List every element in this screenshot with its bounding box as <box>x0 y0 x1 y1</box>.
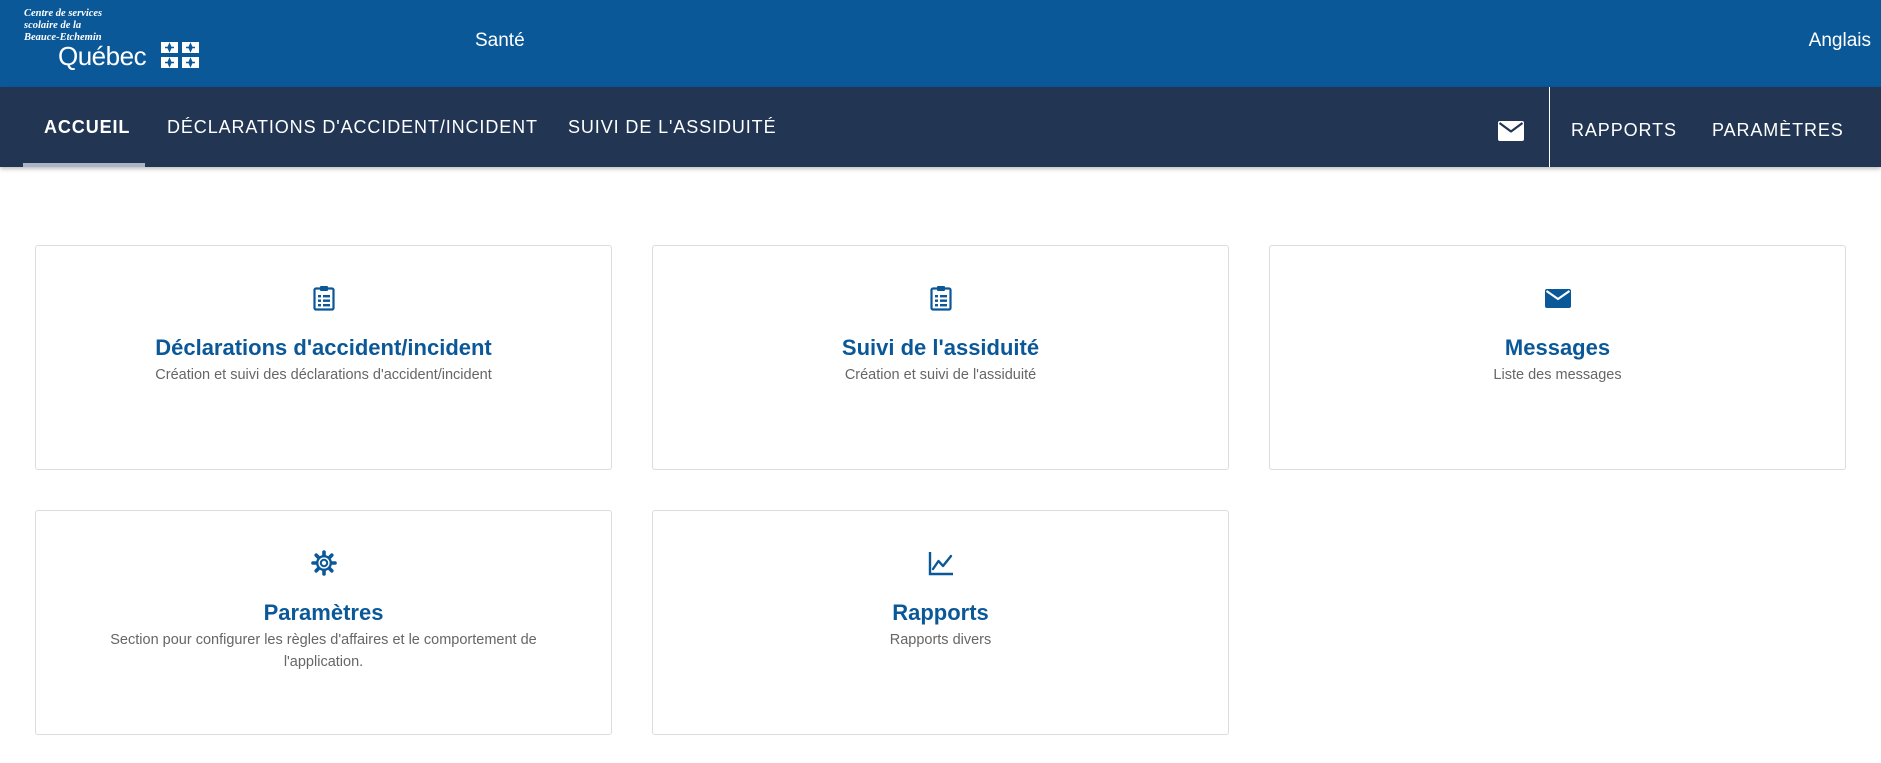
card-description: Section pour configurer les règles d'aff… <box>110 632 537 670</box>
card-declarations[interactable]: Déclarations d'accident/incident Créatio… <box>35 245 612 470</box>
language-switch-link[interactable]: Anglais <box>1809 30 1871 52</box>
gear-icon <box>310 550 337 576</box>
card-title: Déclarations d'accident/incident <box>155 335 492 360</box>
card-description: Rapports divers <box>889 632 992 648</box>
card-parametres[interactable]: Paramètres Section pour configurer les r… <box>35 510 612 735</box>
dashboard-content: Déclarations d'accident/incident Créatio… <box>0 167 1881 763</box>
line-chart-icon <box>928 552 953 576</box>
mail-icon[interactable] <box>1498 121 1524 141</box>
card-title: Suivi de l'assiduité <box>841 335 1040 360</box>
logo-org-line-2: scolaire de la <box>24 20 82 31</box>
mail-icon <box>1544 289 1571 308</box>
main-navigation: Accueil Déclarations d'accident/incident… <box>0 87 1881 167</box>
nav-link-parametres[interactable]: Paramètres <box>1712 90 1844 170</box>
nav-tab-suivi-assiduite[interactable]: Suivi de l'assiduité <box>568 87 777 167</box>
card-suivi-assiduite[interactable]: Suivi de l'assiduité Création et suivi d… <box>652 245 1229 470</box>
organization-logo[interactable]: Centre de services scolaire de la Beauce… <box>24 8 214 74</box>
nav-tab-declarations[interactable]: Déclarations d'accident/incident <box>167 87 538 167</box>
nav-divider <box>1549 87 1550 167</box>
card-title: Paramètres <box>263 600 384 625</box>
card-description: Création et suivi des déclarations d'acc… <box>155 367 492 383</box>
card-description: Liste des messages <box>1493 367 1622 383</box>
top-header: Centre de services scolaire de la Beauce… <box>0 0 1881 87</box>
clipboard-list-icon <box>929 286 952 311</box>
app-title: Santé <box>475 30 525 51</box>
nav-link-rapports[interactable]: Rapports <box>1571 90 1677 170</box>
nav-tab-accueil[interactable]: Accueil <box>44 87 130 167</box>
logo-org-line-1: Centre de services <box>24 8 103 19</box>
clipboard-list-icon <box>312 286 335 311</box>
card-messages[interactable]: Messages Liste des messages <box>1269 245 1846 470</box>
card-title: Rapports <box>892 600 989 625</box>
logo-quebec-word: Québec <box>58 41 147 71</box>
card-title: Messages <box>1504 335 1611 360</box>
card-rapports[interactable]: Rapports Rapports divers <box>652 510 1229 735</box>
fleur-de-lys-flag-icon <box>161 42 199 68</box>
card-description: Création et suivi de l'assiduité <box>844 367 1037 383</box>
